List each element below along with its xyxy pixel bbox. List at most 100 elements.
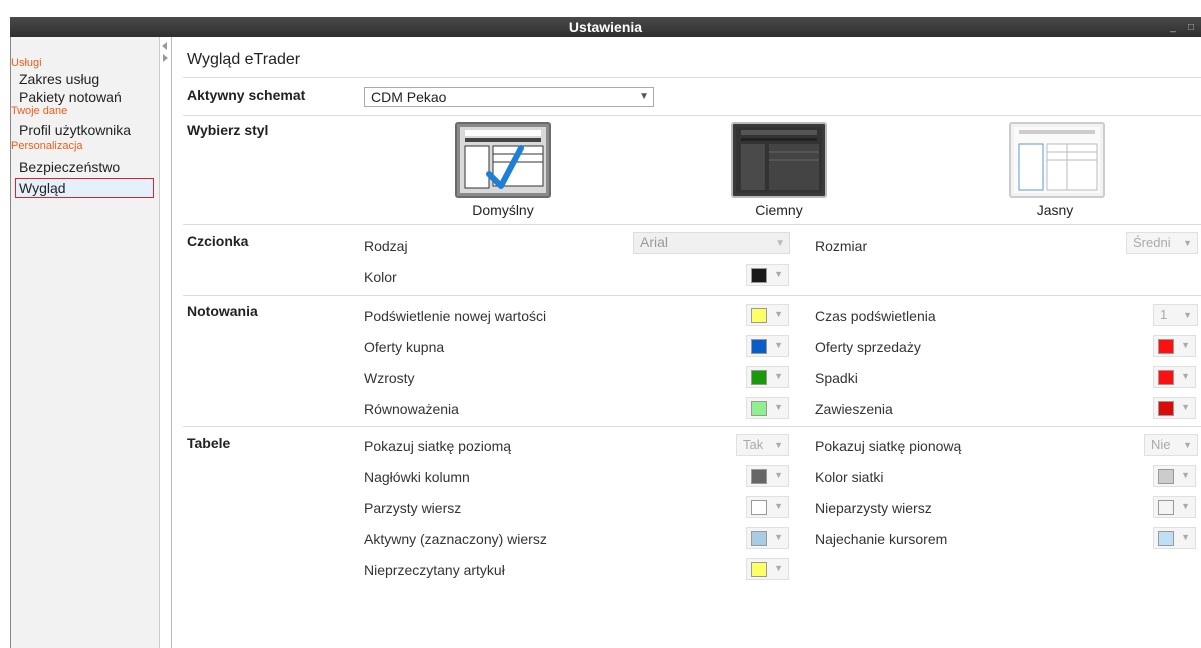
quotes-section-label: Notowania [187, 303, 258, 319]
chevron-down-icon: ▼ [1181, 532, 1190, 542]
style-label: Wybierz styl [187, 122, 269, 138]
chevron-down-icon: ▼ [774, 309, 783, 319]
style-option-dark[interactable] [731, 122, 827, 198]
chevron-down-icon: ▼ [1181, 402, 1190, 412]
color-swatch [1158, 469, 1174, 484]
style-option-default-label: Domyślny [472, 202, 534, 218]
divider [183, 426, 1201, 427]
quotes-color-picker[interactable]: ▼ [746, 335, 789, 357]
highlight-time-select[interactable]: 1 ▼ [1153, 304, 1198, 326]
chevron-down-icon: ▼ [774, 470, 783, 480]
quotes-row-label: Czas podświetlenia [815, 308, 936, 324]
chevron-down-icon: ▼ [1181, 501, 1190, 511]
grid-horizontal-select[interactable]: Tak ▼ [736, 434, 789, 456]
font-size-label: Rozmiar [815, 238, 868, 254]
scheme-label: Aktywny schemat [187, 87, 306, 103]
chevron-down-icon: ▼ [775, 238, 785, 249]
chevron-down-icon: ▼ [1181, 340, 1190, 350]
chevron-down-icon: ▼ [774, 563, 783, 573]
collapse-left-icon[interactable] [162, 42, 167, 50]
tables-color-picker[interactable]: ▼ [746, 558, 789, 580]
window-title: Ustawienia [568, 19, 643, 35]
sidebar: Usługi Zakres usług Pakiety notowań Twoj… [10, 37, 160, 648]
sidebar-section-uslugi: Usługi [11, 57, 42, 69]
quotes-row-label: Oferty sprzedaży [815, 339, 921, 355]
color-swatch [1158, 531, 1174, 546]
tables-color-picker[interactable]: ▼ [746, 465, 789, 487]
minimize-icon[interactable]: _ [1165, 19, 1181, 35]
color-swatch [751, 500, 767, 515]
sidebar-section-personalizacja: Personalizacja [11, 140, 83, 152]
settings-panel: Wygląd eTrader Aktywny schemat CDM Pekao… [173, 37, 1201, 648]
tables-color-picker[interactable]: ▼ [746, 527, 789, 549]
color-swatch [751, 268, 767, 283]
light-theme-preview-icon [1014, 127, 1100, 193]
color-swatch [751, 401, 767, 416]
grid-horizontal-select-value: Tak [743, 437, 764, 452]
color-swatch [751, 531, 767, 546]
tables-row-label: Nieprzeczytany artykuł [364, 562, 505, 578]
divider [183, 77, 1201, 78]
chevron-down-icon: ▼ [1183, 238, 1192, 248]
font-type-select[interactable]: Arial ▼ [633, 232, 790, 254]
tables-color-picker[interactable]: ▼ [1153, 496, 1196, 518]
tables-row-label: Parzysty wiersz [364, 500, 462, 516]
quotes-row-label: Zawieszenia [815, 401, 893, 417]
color-swatch [1158, 500, 1174, 515]
style-option-default[interactable] [455, 122, 551, 198]
chevron-down-icon: ▼ [774, 269, 783, 279]
divider [183, 224, 1201, 225]
color-swatch [1158, 339, 1174, 354]
expand-right-icon[interactable] [163, 54, 168, 62]
chevron-down-icon: ▼ [774, 371, 783, 381]
color-swatch [751, 469, 767, 484]
tables-color-picker[interactable]: ▼ [746, 496, 789, 518]
chevron-down-icon: ▼ [774, 532, 783, 542]
quotes-row-label: Wzrosty [364, 370, 415, 386]
quotes-color-picker[interactable]: ▼ [746, 366, 789, 388]
tables-color-picker[interactable]: ▼ [1153, 465, 1196, 487]
maximize-icon[interactable]: □ [1183, 19, 1199, 35]
tables-row-label: Pokazuj siatkę poziomą [364, 438, 512, 454]
font-color-picker[interactable]: ▼ [746, 264, 789, 286]
grid-vertical-select[interactable]: Nie ▼ [1144, 434, 1198, 456]
sidebar-splitter[interactable] [160, 37, 172, 648]
sidebar-section-twoje-dane: Twoje dane [11, 105, 68, 117]
scheme-select-value: CDM Pekao [371, 89, 447, 105]
sidebar-item-zakres-uslug[interactable]: Zakres usług [11, 70, 159, 88]
tables-row-label: Nagłówki kolumn [364, 469, 470, 485]
quotes-color-picker[interactable]: ▼ [1153, 397, 1196, 419]
tables-row-label: Najechanie kursorem [815, 531, 948, 547]
tables-row-label: Pokazuj siatkę pionową [815, 438, 962, 454]
sidebar-item-profil-uzytkownika[interactable]: Profil użytkownika [11, 121, 159, 139]
quotes-color-picker[interactable]: ▼ [1153, 366, 1196, 388]
divider [183, 295, 1201, 296]
quotes-color-picker[interactable]: ▼ [746, 304, 789, 326]
color-swatch [751, 339, 767, 354]
tables-row-label: Kolor siatki [815, 469, 884, 485]
font-color-label: Kolor [364, 269, 397, 285]
sidebar-item-bezpieczenstwo[interactable]: Bezpieczeństwo [11, 158, 159, 176]
quotes-row-label: Podświetlenie nowej wartości [364, 308, 547, 324]
font-section-label: Czcionka [187, 233, 249, 249]
style-option-light-label: Jasny [1036, 202, 1074, 218]
font-size-select[interactable]: Średni ▼ [1126, 232, 1198, 254]
chevron-down-icon: ▼ [1181, 371, 1190, 381]
chevron-down-icon: ▼ [1181, 470, 1190, 480]
grid-vertical-select-value: Nie [1151, 437, 1171, 452]
quotes-color-picker[interactable]: ▼ [1153, 335, 1196, 357]
font-type-label: Rodzaj [364, 238, 408, 254]
style-option-light[interactable] [1009, 122, 1105, 198]
tables-row-label: Nieparzysty wiersz [815, 500, 932, 516]
tables-section-label: Tabele [187, 435, 231, 451]
chevron-down-icon: ▼ [774, 340, 783, 350]
quotes-color-picker[interactable]: ▼ [746, 397, 789, 419]
scheme-select[interactable]: CDM Pekao ▼ [364, 87, 654, 107]
sidebar-item-wyglad[interactable]: Wygląd [15, 178, 154, 198]
tables-color-picker[interactable]: ▼ [1153, 527, 1196, 549]
font-type-value: Arial [640, 234, 669, 250]
chevron-down-icon: ▼ [1183, 440, 1192, 450]
quotes-row-label: Równoważenia [364, 401, 459, 417]
divider [183, 115, 1201, 116]
color-swatch [1158, 370, 1174, 385]
